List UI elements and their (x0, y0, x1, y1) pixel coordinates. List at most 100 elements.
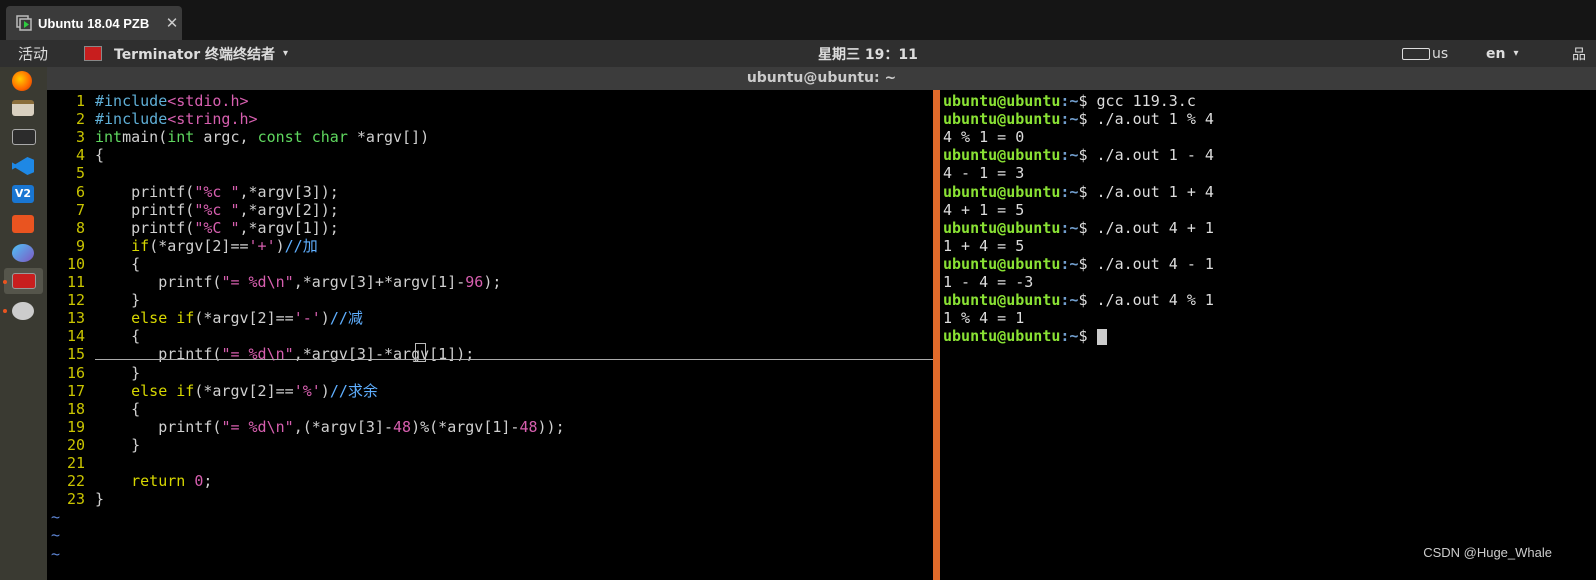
line-number: 20 (66, 435, 85, 454)
code-line: 17 else if(*argv[2]=='%')//求余 (47, 382, 378, 400)
running-indicator (3, 309, 7, 313)
v2ray-icon[interactable]: V2 (12, 185, 34, 203)
code-text: } (95, 490, 105, 509)
vim-editor-pane[interactable]: 1 #include<stdio.h> 2 #include<string.h> 3 in… (47, 90, 960, 580)
keyboard-layout-label: us (1432, 45, 1449, 62)
chevron-down-icon: ▾ (1513, 48, 1519, 59)
firefox-icon[interactable] (12, 71, 32, 91)
code-text: else if(*argv[2]=='%')//求余 (95, 381, 378, 400)
code-line: 12 } (47, 291, 140, 309)
code-text: #include<string.h> (95, 110, 258, 129)
line-number: 2 (75, 110, 85, 129)
settings-icon[interactable] (12, 302, 34, 320)
software-center-icon[interactable] (12, 215, 34, 233)
code-text: printf("= %d\n",*argv[3]+*argv[1]-96); (95, 273, 502, 291)
close-icon[interactable]: ✕ (162, 14, 182, 32)
chevron-down-icon: ▾ (282, 48, 289, 59)
line-number: 5 (75, 164, 85, 183)
code-line: 6 printf("%c ",*argv[3]); (47, 183, 339, 201)
top-bar: 活动 Terminator 终端终结者 ▾ 星期三 19：11 us en ▾ … (0, 40, 1596, 67)
terminal-output: 1 + 4 = 5 (943, 236, 1025, 255)
code-line: 9 if(*argv[2]=='+')//加 (47, 237, 318, 255)
line-number: 17 (66, 381, 85, 400)
keyboard-icon (1402, 47, 1430, 60)
vm-tab[interactable]: Ubuntu 18.04 PZB ✕ (6, 6, 182, 40)
line-number: 1 (75, 92, 85, 110)
line-number: 23 (66, 490, 85, 509)
code-text: intmain(int argc, const char *argv[]) (95, 128, 430, 147)
app-menu-label: Terminator 终端终结者 (114, 46, 275, 63)
window-title: ubuntu@ubuntu: ~ (47, 67, 1596, 90)
terminal-output: 1 - 4 = -3 (943, 273, 1034, 291)
line-number: 12 (66, 291, 85, 310)
watermark: CSDN @Huge_Whale (1423, 545, 1552, 560)
input-language-label: en (1486, 45, 1506, 62)
vm-tab-strip: Ubuntu 18.04 PZB ✕ (0, 0, 1596, 40)
code-line: 8 printf("%C ",*argv[1]); (47, 219, 339, 237)
vscode-icon[interactable] (12, 157, 34, 175)
empty-line-marker: ~ (51, 526, 61, 545)
terminal-icon[interactable] (12, 129, 36, 145)
code-line: 7 printf("%c ",*argv[2]); (47, 201, 339, 219)
terminal-command: ubuntu@ubuntu:~$ ./a.out 1 - 4 (943, 146, 1214, 165)
code-line: 18 { (47, 400, 140, 418)
terminal-output: 4 % 1 = 0 (943, 128, 1025, 147)
line-number: 19 (66, 417, 85, 436)
code-line: 22 return 0; (47, 472, 212, 490)
terminal-command: ubuntu@ubuntu:~$ ./a.out 4 + 1 (943, 218, 1214, 237)
terminal-command: ubuntu@ubuntu:~$ gcc 119.3.c (943, 92, 1196, 110)
empty-line-marker: ~ (51, 508, 61, 527)
vm-tab-label: Ubuntu 18.04 PZB (38, 15, 150, 31)
terminal-output: 4 - 1 = 3 (943, 164, 1025, 183)
terminal-pane[interactable]: ubuntu@ubuntu:~$ gcc 119.3.c ubuntu@ubunt… (940, 90, 1596, 580)
code-text: printf("%c ",*argv[3]); (95, 182, 339, 201)
line-number: 16 (66, 363, 85, 382)
terminal-output: 4 + 1 = 5 (943, 200, 1025, 219)
line-number: 4 (75, 146, 85, 165)
line-number: 6 (75, 182, 85, 201)
files-icon[interactable] (12, 100, 34, 116)
terminator-icon[interactable] (12, 273, 36, 289)
code-line: 10 { (47, 255, 140, 273)
code-line: 21 (47, 454, 95, 472)
code-line: 15 printf("= %d\n",*argv[3]-*argv[1]); (47, 345, 474, 363)
keyboard-layout[interactable]: us (1402, 40, 1448, 67)
line-number: 11 (66, 273, 85, 291)
network-icon[interactable]: 品 (1572, 40, 1586, 67)
code-text: if(*argv[2]=='+')//加 (95, 236, 318, 255)
terminal-cursor (1096, 328, 1107, 345)
pane-splitter[interactable] (933, 90, 940, 580)
activities-button[interactable]: 活动 (18, 40, 48, 67)
code-line: 13 else if(*argv[2]=='-')//减 (47, 309, 363, 327)
clock[interactable]: 星期三 19：11 (818, 40, 918, 67)
line-number: 18 (66, 399, 85, 418)
code-line: 4{ (47, 146, 104, 164)
code-text: else if(*argv[2]=='-')//减 (95, 309, 363, 328)
line-number: 22 (66, 472, 85, 491)
terminal-command: ubuntu@ubuntu:~$ ./a.out 1 + 4 (943, 182, 1214, 201)
code-text: } (95, 435, 141, 454)
line-number: 21 (66, 454, 85, 472)
code-text: } (95, 363, 141, 382)
code-line: 2 #include<string.h> (47, 110, 258, 128)
terminal-command: ubuntu@ubuntu:~$ ./a.out 4 % 1 (943, 291, 1214, 310)
code-line: 3 intmain(int argc, const char *argv[]) (47, 128, 429, 146)
code-line: 16 } (47, 364, 140, 382)
cursorline (95, 359, 960, 360)
app-menu[interactable]: Terminator 终端终结者 ▾ (84, 40, 288, 67)
line-number: 14 (66, 327, 85, 346)
terminal-command: ubuntu@ubuntu:~$ ./a.out 4 - 1 (943, 254, 1214, 273)
terminal-output: 1 % 4 = 1 (943, 309, 1025, 328)
code-line: 20 } (47, 436, 140, 454)
empty-line-marker: ~ (51, 544, 61, 563)
code-text: printf("%C ",*argv[1]); (95, 218, 339, 237)
code-text: { (95, 254, 141, 273)
input-language[interactable]: en ▾ (1486, 40, 1519, 67)
code-line: 11 printf("= %d\n",*argv[3]+*argv[1]-96)… (47, 273, 501, 291)
terminator-icon (84, 46, 102, 61)
line-number: 7 (75, 200, 85, 219)
network-tool-icon[interactable] (12, 244, 34, 262)
terminal-command: ubuntu@ubuntu:~$ ./a.out 1 % 4 (943, 110, 1214, 129)
